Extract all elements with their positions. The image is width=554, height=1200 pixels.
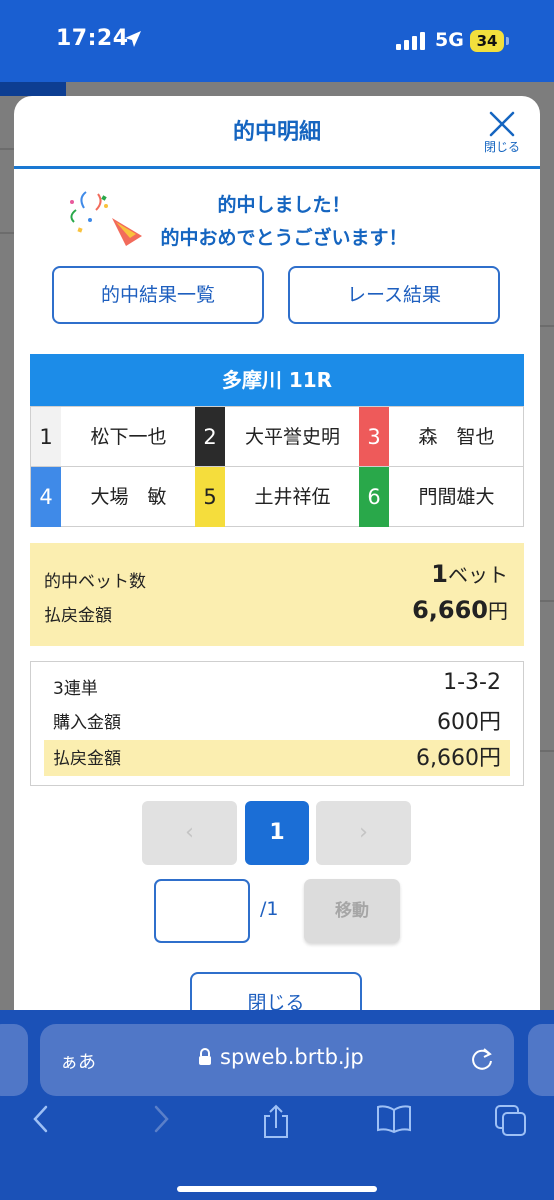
bet-combination: 1-3-2 [443, 670, 501, 695]
payout-value: 6,660円 [412, 595, 508, 624]
racer-grid: 1 松下一也 2 大平誉史明 3 森 智也 4 大場 敏 5 土井祥伍 6 門間… [30, 406, 524, 527]
current-page-button[interactable]: 1 [245, 801, 309, 865]
address-bar[interactable]: ぁあ spweb.brtb.jp [40, 1024, 514, 1096]
prev-page-button[interactable]: ‹ [142, 801, 237, 865]
purchase-label: 購入金額 [53, 713, 121, 733]
background-header-strip [0, 82, 66, 96]
detail-payout-label: 払戻金額 [53, 749, 121, 769]
page-settings-button[interactable]: ぁあ [60, 1048, 96, 1074]
racer-number: 3 [359, 407, 389, 467]
racer-name: 松下一也 [90, 426, 167, 448]
purchase-value: 600円 [437, 710, 501, 735]
racer-cell: 6 門間雄大 [359, 467, 524, 527]
browser-toolbar: ぁあ spweb.brtb.jp [0, 1010, 554, 1200]
racer-name: 森 智也 [418, 426, 495, 448]
cellular-signal-icon [396, 32, 426, 54]
hit-bets-value: 1ベット [431, 559, 508, 588]
racer-name: 大平誉史明 [244, 426, 340, 448]
status-time: 17:24 [56, 26, 129, 51]
payout-unit: 円 [488, 599, 508, 623]
forward-icon[interactable] [150, 1104, 172, 1134]
detail-payout-value: 6,660円 [416, 746, 501, 771]
background-divider [540, 600, 554, 602]
share-icon[interactable] [260, 1104, 292, 1140]
bet-type: 3連単 [53, 679, 98, 699]
hit-message-line1: 的中しました！ [217, 194, 351, 216]
racer-name: 門間雄大 [418, 486, 495, 508]
hit-bets-count: 1 [431, 560, 448, 588]
racer-cell: 3 森 智也 [359, 407, 524, 467]
url-text: spweb.brtb.jp [220, 1045, 364, 1069]
party-popper-icon [70, 191, 142, 246]
payout-amount: 6,660 [412, 596, 488, 624]
racer-cell: 1 松下一也 [31, 407, 196, 467]
racer-number: 5 [195, 467, 225, 527]
racer-number: 4 [31, 467, 61, 527]
previous-tab-preview[interactable] [0, 1024, 28, 1096]
page-total: /1 [260, 898, 279, 920]
next-tab-preview[interactable] [528, 1024, 554, 1096]
racer-number: 1 [31, 407, 61, 467]
hit-message-line2: 的中おめでとうございます！ [160, 227, 408, 249]
status-bar: 17:24 5G 34 [0, 0, 554, 82]
bookmarks-icon[interactable] [376, 1104, 412, 1134]
home-indicator [177, 1186, 377, 1192]
next-page-button[interactable]: › [316, 801, 411, 865]
reload-icon[interactable] [470, 1046, 494, 1072]
page-number-input[interactable] [154, 879, 250, 943]
racer-cell: 5 土井祥伍 [195, 467, 360, 527]
close-x-button[interactable]: 閉じる [482, 108, 522, 156]
location-arrow-icon [124, 30, 142, 52]
title-divider [14, 166, 540, 169]
close-x-label: 閉じる [483, 140, 520, 154]
payout-summary: 的中ベット数 1ベット 払戻金額 6,660円 [30, 543, 524, 646]
racer-number: 6 [359, 467, 389, 527]
racer-name: 土井祥伍 [254, 486, 331, 508]
race-header: 多摩川 11R [30, 354, 524, 406]
bet-detail-card: 3連単 1-3-2 購入金額 600円 払戻金額 6,660円 [30, 661, 524, 786]
hit-results-list-button[interactable]: 的中結果一覧 [52, 266, 264, 324]
race-results-button[interactable]: レース結果 [288, 266, 500, 324]
tabs-icon[interactable] [494, 1104, 528, 1138]
racer-number: 2 [195, 407, 225, 467]
grid-divider [31, 466, 523, 467]
racer-cell: 4 大場 敏 [31, 467, 196, 527]
network-type: 5G [435, 29, 464, 51]
hit-detail-modal: 的中明細 閉じる 的中しました！ 的中おめでとうございます！ 的中結果一覧 レー… [14, 96, 540, 1036]
background-divider [540, 325, 554, 327]
racer-name: 大場 敏 [90, 486, 167, 508]
hit-bets-label: 的中ベット数 [44, 572, 146, 592]
close-icon [489, 111, 515, 137]
background-divider [0, 232, 14, 234]
battery-icon: 34 [470, 30, 504, 52]
back-icon[interactable] [30, 1104, 52, 1134]
racer-cell: 2 大平誉史明 [195, 407, 360, 467]
background-divider [0, 148, 14, 150]
move-button[interactable]: 移動 [304, 879, 400, 943]
background-divider [540, 750, 554, 752]
lock-icon [199, 1048, 211, 1065]
hit-bets-unit: ベット [448, 563, 508, 587]
payout-label: 払戻金額 [44, 606, 112, 626]
battery-cap [506, 37, 509, 45]
modal-title: 的中明細 [232, 120, 321, 145]
